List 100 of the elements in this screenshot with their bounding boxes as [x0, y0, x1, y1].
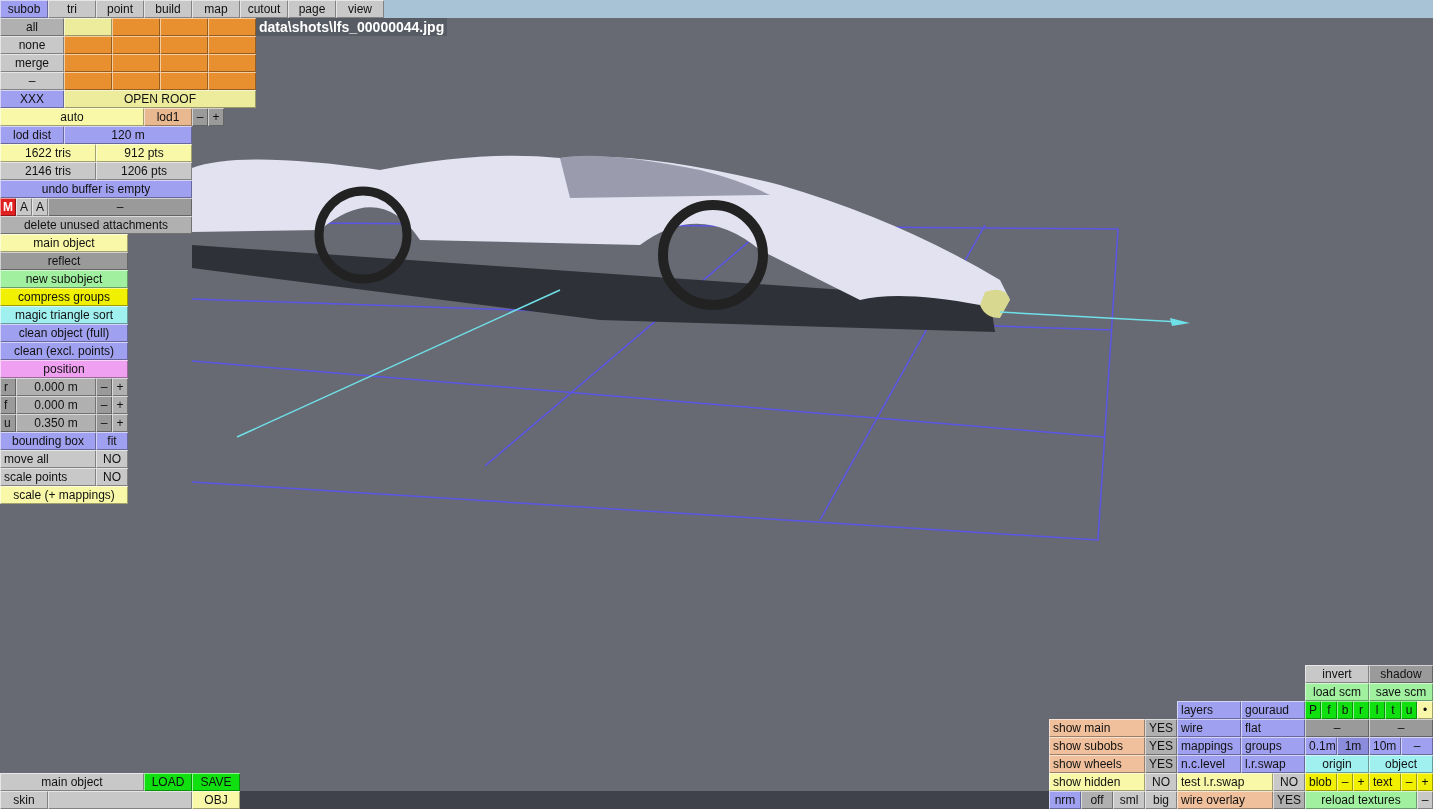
tool-button[interactable]: text	[1369, 773, 1401, 791]
tool-button[interactable]: –	[96, 414, 112, 432]
tool-button[interactable]: u	[0, 414, 16, 432]
tool-button[interactable]: lod1	[144, 108, 192, 126]
tool-button[interactable]: delete unused attachments	[0, 216, 192, 234]
group-swatch[interactable]	[64, 72, 112, 90]
tool-button[interactable]: f	[1321, 701, 1337, 719]
tool-button[interactable]: magic triangle sort	[0, 306, 128, 324]
tool-button[interactable]: u	[1401, 701, 1417, 719]
group-swatch[interactable]	[112, 36, 160, 54]
tool-button[interactable]: l.r.swap	[1241, 755, 1305, 773]
tool-button[interactable]: 1m	[1337, 737, 1369, 755]
group-swatch[interactable]	[160, 36, 208, 54]
tool-button[interactable]: +	[112, 396, 128, 414]
tool-button[interactable]: SAVE	[192, 773, 240, 791]
tool-button[interactable]: LOAD	[144, 773, 192, 791]
tool-button[interactable]: shadow	[1369, 665, 1433, 683]
tool-button[interactable]: wire	[1177, 719, 1241, 737]
tool-button[interactable]: sml	[1113, 791, 1145, 809]
tool-button[interactable]: reload textures	[1305, 791, 1417, 809]
tool-button[interactable]: –	[96, 378, 112, 396]
tool-button[interactable]: show wheels	[1049, 755, 1145, 773]
tool-button[interactable]: show subobs	[1049, 737, 1145, 755]
tool-button[interactable]: all	[0, 18, 64, 36]
tool-button[interactable]: 0.000 m	[16, 378, 96, 396]
group-swatch[interactable]	[112, 54, 160, 72]
tool-button[interactable]: 1206 pts	[96, 162, 192, 180]
tool-button[interactable]: –	[1305, 719, 1369, 737]
tool-button[interactable]: scale points	[0, 468, 96, 486]
tool-button[interactable]: skin	[0, 791, 48, 809]
tool-button[interactable]: –	[1401, 773, 1417, 791]
group-swatch[interactable]	[64, 54, 112, 72]
tool-button[interactable]: NO	[96, 468, 128, 486]
mode-tab[interactable]: tri	[48, 0, 96, 18]
tool-button[interactable]: load scm	[1305, 683, 1369, 701]
tool-button[interactable]: fit	[96, 432, 128, 450]
tool-button[interactable]: –	[1401, 737, 1433, 755]
tool-button[interactable]: P	[1305, 701, 1321, 719]
name-field[interactable]	[48, 791, 192, 809]
tool-button[interactable]: 2146 tris	[0, 162, 96, 180]
tool-button[interactable]: invert	[1305, 665, 1369, 683]
tool-button[interactable]: b	[1337, 701, 1353, 719]
mode-tab[interactable]: subob	[0, 0, 48, 18]
tool-button[interactable]: none	[0, 36, 64, 54]
tool-button[interactable]: +	[112, 378, 128, 396]
tool-button[interactable]: YES	[1145, 719, 1177, 737]
tool-button[interactable]: 0.350 m	[16, 414, 96, 432]
tool-button[interactable]: YES	[1145, 737, 1177, 755]
tool-button[interactable]: 1622 tris	[0, 144, 96, 162]
tool-button[interactable]: reflect	[0, 252, 128, 270]
tool-button[interactable]: mappings	[1177, 737, 1241, 755]
tool-button[interactable]: off	[1081, 791, 1113, 809]
group-swatch[interactable]	[160, 72, 208, 90]
tool-button[interactable]: blob	[1305, 773, 1337, 791]
tool-button[interactable]: r	[0, 378, 16, 396]
tool-button[interactable]: layers	[1177, 701, 1241, 719]
tool-button[interactable]: •	[1417, 701, 1433, 719]
tool-button[interactable]: +	[208, 108, 224, 126]
mode-tab[interactable]: page	[288, 0, 336, 18]
mode-tab[interactable]: view	[336, 0, 384, 18]
tool-button[interactable]: test l.r.swap	[1177, 773, 1273, 791]
tool-button[interactable]: nrm	[1049, 791, 1081, 809]
tool-button[interactable]: OBJ	[192, 791, 240, 809]
tool-button[interactable]: clean object (full)	[0, 324, 128, 342]
tool-button[interactable]: –	[96, 396, 112, 414]
tool-button[interactable]: YES	[1273, 791, 1305, 809]
group-swatch[interactable]	[112, 72, 160, 90]
tool-button[interactable]: gouraud	[1241, 701, 1305, 719]
tool-button[interactable]: bounding box	[0, 432, 96, 450]
tool-button[interactable]: –	[1337, 773, 1353, 791]
tool-button[interactable]: groups	[1241, 737, 1305, 755]
tool-button[interactable]: position	[0, 360, 128, 378]
mode-tab[interactable]: point	[96, 0, 144, 18]
group-swatch[interactable]	[64, 36, 112, 54]
tool-button[interactable]: –	[1369, 719, 1433, 737]
group-swatch[interactable]	[208, 72, 256, 90]
tool-button[interactable]: clean (excl. points)	[0, 342, 128, 360]
tool-button[interactable]: M	[0, 198, 16, 216]
tool-button[interactable]: YES	[1145, 755, 1177, 773]
tool-button[interactable]: t	[1385, 701, 1401, 719]
tool-button[interactable]: scale (+ mappings)	[0, 486, 128, 504]
tool-button[interactable]: n.c.level	[1177, 755, 1241, 773]
tool-button[interactable]: show main	[1049, 719, 1145, 737]
tool-button[interactable]: OPEN ROOF	[64, 90, 256, 108]
tool-button[interactable]: –	[0, 72, 64, 90]
tool-button[interactable]: 0.1m	[1305, 737, 1337, 755]
tool-button[interactable]: NO	[1273, 773, 1305, 791]
tool-button[interactable]: 0.000 m	[16, 396, 96, 414]
group-swatch[interactable]	[208, 54, 256, 72]
tool-button[interactable]: save scm	[1369, 683, 1433, 701]
tool-button[interactable]: 120 m	[64, 126, 192, 144]
tool-button[interactable]: +	[1353, 773, 1369, 791]
tool-button[interactable]: l	[1369, 701, 1385, 719]
tool-button[interactable]: new subobject	[0, 270, 128, 288]
tool-button[interactable]: main object	[0, 773, 144, 791]
tool-button[interactable]: big	[1145, 791, 1177, 809]
tool-button[interactable]: r	[1353, 701, 1369, 719]
tool-button[interactable]: 10m	[1369, 737, 1401, 755]
tool-button[interactable]: –	[48, 198, 192, 216]
mode-tab[interactable]: build	[144, 0, 192, 18]
